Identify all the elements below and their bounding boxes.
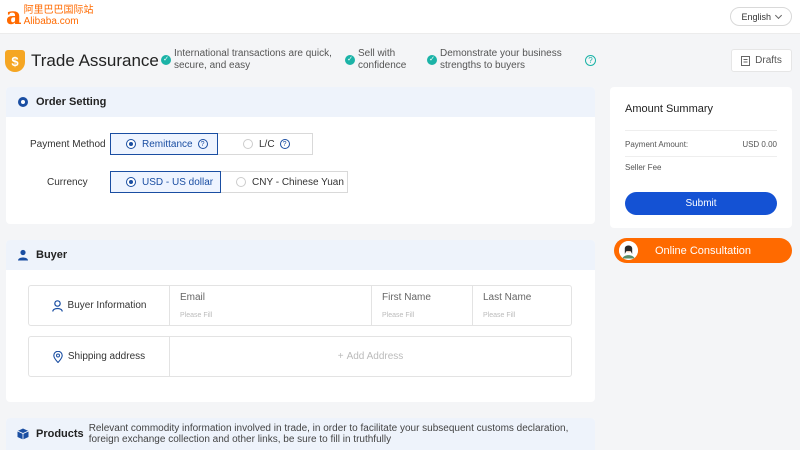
section-title: Order Setting — [36, 96, 107, 108]
shipping-label: Shipping address — [67, 351, 146, 362]
field-label: Email — [180, 292, 206, 303]
check-icon: ✓ — [161, 55, 171, 65]
location-pin-icon — [53, 350, 63, 363]
feature-text: strengths to buyers — [440, 60, 526, 71]
language-label: English — [741, 11, 771, 22]
shipping-address-row: Shipping address + Add Address — [28, 336, 572, 377]
feature-text: Demonstrate your business — [440, 48, 562, 59]
logo-en-text: Alibaba.com — [23, 16, 79, 27]
language-selector[interactable]: English — [730, 7, 792, 26]
payment-amount-label: Payment Amount: — [625, 140, 689, 149]
add-address-button[interactable]: + Add Address — [170, 337, 571, 376]
field-placeholder: Please Fill — [382, 312, 415, 319]
alibaba-logo[interactable]: a 阿里巴巴国际站 Alibaba.com — [6, 4, 94, 28]
feature-item: ✓ Sell with confidence — [345, 48, 406, 72]
buyer-info-label: Buyer Information — [67, 300, 147, 311]
section-title: Buyer — [36, 249, 68, 261]
products-card: Products Relevant commodity information … — [6, 418, 595, 450]
amount-summary-card: Amount Summary Payment Amount: USD 0.00 … — [610, 87, 792, 228]
last-name-field[interactable]: Last Name Please Fill — [472, 286, 571, 325]
currency-option-cny[interactable]: CNY - Chinese Yuan — [220, 171, 348, 193]
payment-amount-value: USD 0.00 — [742, 140, 777, 149]
payment-amount-row: Payment Amount: USD 0.00 — [625, 140, 777, 149]
email-field[interactable]: Email Please Fill — [170, 286, 371, 325]
trade-assurance-shield-icon: $ — [5, 50, 25, 72]
seller-fee-label: Seller Fee — [625, 163, 662, 172]
chevron-down-icon — [774, 11, 783, 19]
buyer-card: Buyer Buyer Information Email Please Fil… — [6, 240, 595, 402]
amount-summary-title: Amount Summary — [625, 103, 714, 115]
buyer-info-label-cell: Buyer Information — [29, 286, 170, 325]
option-label: Remittance — [142, 138, 193, 150]
feature-text: Sell with — [358, 48, 396, 59]
payment-option-lc[interactable]: L/C ? — [217, 133, 313, 155]
document-icon — [741, 55, 751, 66]
box-icon — [17, 428, 29, 440]
products-description: Relevant commodity information involved … — [88, 423, 569, 445]
buyer-info-row: Buyer Information Email Please Fill Firs… — [28, 285, 572, 326]
shipping-label-cell: Shipping address — [29, 337, 170, 376]
help-icon: ? — [585, 55, 596, 66]
field-label: Last Name — [483, 292, 532, 303]
online-consultation-button[interactable]: Online Consultation — [614, 238, 792, 263]
help-icon[interactable]: ? — [279, 139, 290, 149]
drafts-button[interactable]: Drafts — [731, 49, 792, 72]
field-label: First Name — [382, 292, 431, 303]
order-setting-header: Order Setting — [6, 87, 595, 117]
top-bar: a 阿里巴巴国际站 Alibaba.com English — [0, 0, 800, 34]
radio-selected-icon — [126, 139, 136, 149]
products-header: Products Relevant commodity information … — [6, 418, 595, 450]
payment-method-label: Payment Method — [30, 139, 106, 150]
seller-fee-row: Seller Fee — [625, 163, 777, 172]
order-setting-card: Order Setting Payment Method Remittance … — [6, 87, 595, 224]
user-icon — [17, 249, 29, 261]
feature-text: International transactions are quick, — [174, 48, 332, 59]
feature-text: confidence — [358, 60, 407, 71]
help-icon[interactable]: ? — [197, 139, 208, 149]
drafts-label: Drafts — [755, 55, 782, 66]
buyer-header: Buyer — [6, 240, 595, 270]
logo-cn-text: 阿里巴巴国际站 — [23, 5, 94, 16]
page-title: Trade Assurance — [31, 51, 159, 70]
agent-avatar — [619, 241, 638, 260]
gear-icon — [17, 96, 29, 108]
feature-item: ✓ Demonstrate your business strengths to … — [427, 48, 562, 72]
currency-option-usd[interactable]: USD - US dollar — [110, 171, 221, 193]
option-label: USD - US dollar — [142, 176, 214, 188]
option-label: L/C — [259, 138, 275, 150]
logo-mark: a — [6, 1, 22, 30]
divider — [625, 156, 777, 157]
trade-assurance-header: $ Trade Assurance — [5, 48, 159, 74]
first-name-field[interactable]: First Name Please Fill — [371, 286, 472, 325]
check-icon: ✓ — [345, 55, 355, 65]
payment-option-remittance[interactable]: Remittance ? — [110, 133, 218, 155]
field-placeholder: Please Fill — [180, 312, 213, 319]
plus-icon: + — [337, 351, 344, 362]
person-outline-icon — [51, 299, 63, 312]
consultation-label: Online Consultation — [655, 244, 752, 257]
feature-item: ✓ International transactions are quick, s… — [161, 48, 332, 72]
divider — [625, 130, 777, 131]
section-title: Products — [36, 428, 84, 440]
radio-icon — [243, 139, 253, 149]
radio-icon — [236, 177, 246, 187]
radio-selected-icon — [126, 177, 136, 187]
currency-label: Currency — [47, 177, 88, 188]
feature-text: secure, and easy — [174, 60, 251, 71]
add-address-label: Add Address — [346, 351, 404, 362]
field-placeholder: Please Fill — [483, 312, 516, 319]
submit-button[interactable]: Submit — [625, 192, 777, 215]
option-label: CNY - Chinese Yuan — [252, 176, 344, 188]
check-icon: ✓ — [427, 55, 437, 65]
help-button[interactable]: ? — [585, 55, 596, 66]
